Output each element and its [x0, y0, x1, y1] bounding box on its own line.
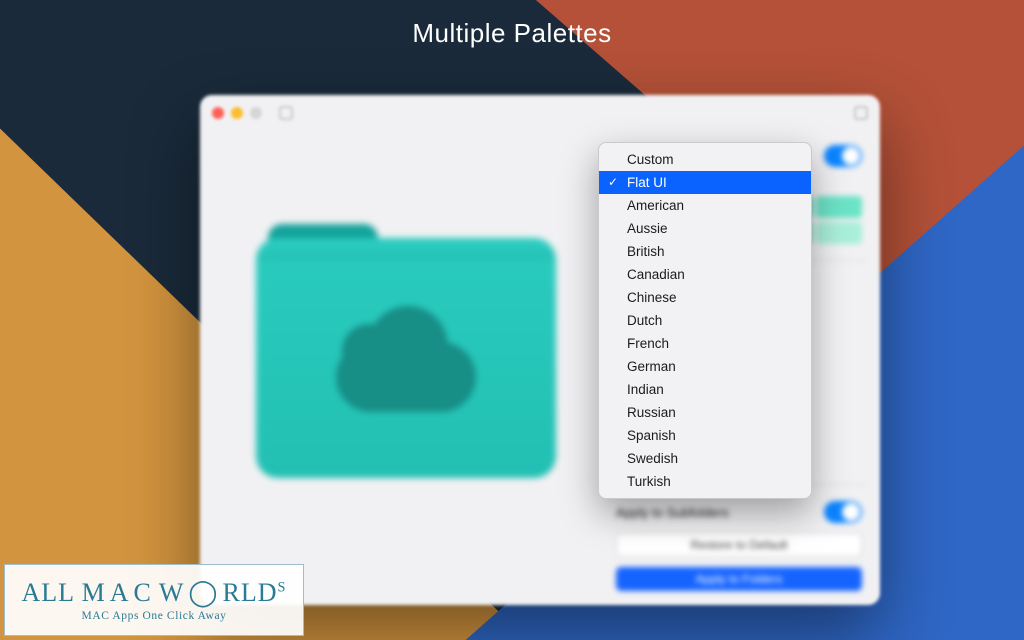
- restore-default-button[interactable]: Restore to Default: [616, 533, 862, 557]
- palette-option-label: Flat UI: [627, 175, 667, 190]
- folder-preview: [200, 131, 602, 605]
- palette-option-label: French: [627, 336, 669, 351]
- toolbar-share-icon[interactable]: [854, 106, 868, 120]
- apply-folders-button[interactable]: Apply to Folders: [616, 567, 862, 591]
- globe-icon: ◯: [188, 578, 218, 608]
- palette-option[interactable]: Canadian: [599, 263, 811, 286]
- palette-option-label: Canadian: [627, 267, 685, 282]
- palette-option-label: Aussie: [627, 221, 668, 236]
- palette-option[interactable]: Aussie: [599, 217, 811, 240]
- palette-option-label: American: [627, 198, 684, 213]
- palette-option[interactable]: American: [599, 194, 811, 217]
- watermark-tagline: MAC Apps One Click Away: [82, 610, 227, 622]
- palette-option-label: Spanish: [627, 428, 676, 443]
- subfolders-label: Apply to Subfolders: [616, 505, 729, 520]
- palette-option[interactable]: Turkish: [599, 470, 811, 493]
- palette-option[interactable]: Chinese: [599, 286, 811, 309]
- traffic-min-icon[interactable]: [231, 107, 243, 119]
- palette-option[interactable]: Indian: [599, 378, 811, 401]
- palette-option[interactable]: Custom: [599, 148, 811, 171]
- palette-option-label: Swedish: [627, 451, 678, 466]
- subfolders-toggle[interactable]: [824, 501, 862, 523]
- titlebar: [200, 95, 880, 131]
- palette-option[interactable]: Swedish: [599, 447, 811, 470]
- palette-option[interactable]: Dutch: [599, 309, 811, 332]
- watermark-title: ALL M A C W ◯ RLDS: [22, 578, 287, 608]
- palette-option[interactable]: French: [599, 332, 811, 355]
- check-icon: ✓: [608, 175, 618, 189]
- page-title: Multiple Palettes: [0, 18, 1024, 49]
- cloud-icon: [336, 342, 476, 412]
- palette-option[interactable]: British: [599, 240, 811, 263]
- palette-option-label: Dutch: [627, 313, 662, 328]
- color-toggle[interactable]: [824, 145, 862, 167]
- palette-option-label: British: [627, 244, 665, 259]
- traffic-close-icon[interactable]: [212, 107, 224, 119]
- palette-option-label: Custom: [627, 152, 674, 167]
- toolbar-back-icon[interactable]: [279, 106, 293, 120]
- watermark: ALL M A C W ◯ RLDS MAC Apps One Click Aw…: [4, 564, 304, 636]
- palette-option[interactable]: German: [599, 355, 811, 378]
- palette-option[interactable]: ✓ Flat UI: [599, 171, 811, 194]
- palette-option[interactable]: Russian: [599, 401, 811, 424]
- folder-icon: [256, 238, 556, 478]
- palette-option-label: Chinese: [627, 290, 677, 305]
- palette-option-label: Turkish: [627, 474, 671, 489]
- palette-option[interactable]: Spanish: [599, 424, 811, 447]
- palette-option-label: German: [627, 359, 676, 374]
- palette-option-label: Indian: [627, 382, 664, 397]
- palette-dropdown-menu[interactable]: Custom ✓ Flat UI American Aussie British Canad…: [598, 142, 812, 499]
- traffic-zoom-icon[interactable]: [250, 107, 262, 119]
- palette-option-label: Russian: [627, 405, 676, 420]
